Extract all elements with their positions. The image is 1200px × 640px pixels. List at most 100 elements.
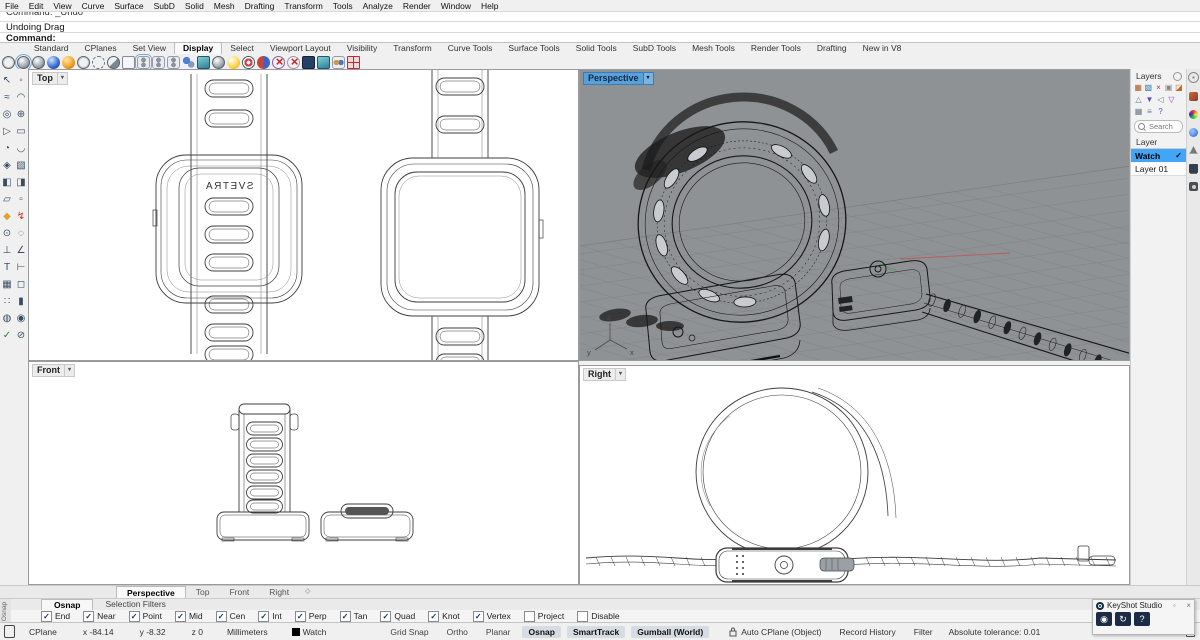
units-menu[interactable]: Millimeters bbox=[227, 627, 268, 637]
linked-views-icon[interactable] bbox=[332, 55, 345, 69]
point-tool-icon[interactable]: ◦ bbox=[14, 73, 28, 90]
toolbar-tab-standard[interactable]: Standard bbox=[26, 43, 77, 54]
shell-tool-icon[interactable]: ◍ bbox=[0, 311, 14, 328]
box-tool-icon[interactable]: ◧ bbox=[0, 175, 14, 192]
menu-subd[interactable]: SubD bbox=[149, 1, 180, 11]
curve-blend-icon[interactable]: ◡ bbox=[14, 141, 28, 158]
osnap-checkbox-perp[interactable]: ✓ Perp bbox=[294, 610, 327, 622]
bell-icon[interactable] bbox=[1189, 146, 1198, 154]
pen-display-icon[interactable] bbox=[107, 55, 120, 69]
status-toggle-osnap[interactable]: Osnap bbox=[522, 625, 561, 638]
boolean-tool-icon[interactable]: ↯ bbox=[14, 209, 28, 226]
sun-study-icon[interactable] bbox=[227, 55, 240, 69]
viewport-tab-front[interactable]: Front bbox=[219, 586, 259, 598]
filter-icon[interactable]: ▽ bbox=[1167, 95, 1176, 105]
render-preview-icon[interactable] bbox=[182, 55, 195, 69]
colorwheel-icon[interactable] bbox=[1189, 110, 1198, 119]
camera-icon[interactable] bbox=[1189, 182, 1198, 191]
toolbar-tab-transform[interactable]: Transform bbox=[385, 43, 439, 54]
xray-display-icon[interactable] bbox=[92, 55, 105, 69]
keyshot-help-button[interactable]: ? bbox=[1134, 612, 1150, 626]
duplicate-layer-icon[interactable]: ▣ bbox=[1165, 83, 1173, 93]
toolbar-tab-surface-tools[interactable]: Surface Tools bbox=[500, 43, 567, 54]
target-sphere-icon[interactable] bbox=[242, 55, 255, 69]
delete-layer-icon[interactable]: × bbox=[1154, 83, 1162, 93]
menu-transform[interactable]: Transform bbox=[279, 1, 327, 11]
menu-solid[interactable]: Solid bbox=[180, 1, 209, 11]
grid-view-icon[interactable]: ▦ bbox=[1134, 107, 1143, 117]
display-mode-cube-icon[interactable] bbox=[197, 55, 210, 69]
menu-curve[interactable]: Curve bbox=[77, 1, 110, 11]
circle-tool-icon[interactable]: ◎ bbox=[0, 107, 14, 124]
raytraced-display-icon[interactable] bbox=[62, 55, 75, 69]
osnap-checkbox-point[interactable]: ✓ Point bbox=[128, 610, 162, 622]
shade-objects-icon[interactable] bbox=[135, 53, 152, 71]
plane-tool-icon[interactable]: ▱ bbox=[0, 192, 14, 209]
gear-icon[interactable] bbox=[1173, 71, 1182, 81]
ellipse-tool-icon[interactable]: ⊕ bbox=[14, 107, 28, 124]
toolbar-tab-display[interactable]: Display bbox=[174, 42, 223, 54]
gray-sphere-icon[interactable] bbox=[212, 55, 225, 69]
toolbar-tab-drafting[interactable]: Drafting bbox=[809, 43, 855, 54]
menu-surface[interactable]: Surface bbox=[109, 1, 148, 11]
ghosted-display-icon[interactable] bbox=[32, 55, 45, 69]
list-view-icon[interactable]: ≡ bbox=[1145, 107, 1154, 117]
trim-tool-icon[interactable]: ⊥ bbox=[0, 243, 14, 260]
menu-drafting[interactable]: Drafting bbox=[240, 1, 280, 11]
viewport-front-label[interactable]: Front ▾ bbox=[32, 364, 75, 377]
cplane-menu[interactable]: CPlane bbox=[29, 627, 57, 637]
layers-search-box[interactable] bbox=[1134, 120, 1185, 133]
lock-icon[interactable] bbox=[729, 627, 737, 637]
move-down-icon[interactable]: ▼ bbox=[1145, 95, 1154, 105]
rendered-display-icon[interactable] bbox=[47, 55, 60, 69]
osnap-checkbox-cen[interactable]: ✓ Cen bbox=[215, 610, 245, 622]
surface-tool-icon[interactable]: ◈ bbox=[0, 158, 14, 175]
layer-row-watch[interactable]: Watch ✓ bbox=[1131, 149, 1186, 162]
monitor-icon[interactable] bbox=[4, 625, 15, 638]
layer-row-layer-01[interactable]: Layer 01 bbox=[1131, 162, 1186, 175]
array-tool-icon[interactable]: ▦ bbox=[0, 277, 14, 294]
viewport-tab-top[interactable]: Top bbox=[186, 586, 220, 598]
viewport-right[interactable]: Right ▾ bbox=[579, 365, 1130, 585]
toolbar-tab-cplanes[interactable]: CPlanes bbox=[77, 43, 125, 54]
tab-selection-filters[interactable]: Selection Filters bbox=[93, 599, 177, 610]
osnap-checkbox-knot[interactable]: ✓ Knot bbox=[428, 610, 460, 622]
group-tool-icon[interactable]: ◻ bbox=[14, 277, 28, 294]
viewport-right-title[interactable]: Right bbox=[583, 368, 616, 381]
status-toggle-gumball-world-[interactable]: Gumball (World) bbox=[631, 625, 710, 638]
status-toggle-ortho[interactable]: Ortho bbox=[441, 626, 474, 638]
arctic-display-icon[interactable] bbox=[122, 55, 135, 69]
viewport-perspective-title[interactable]: Perspective bbox=[583, 72, 644, 85]
viewport-top-title[interactable]: Top bbox=[32, 72, 58, 85]
collapse-icon[interactable]: ◁ bbox=[1156, 95, 1165, 105]
osnap-checkbox-vertex[interactable]: ✓ Vertex bbox=[472, 610, 511, 622]
check-tool-icon[interactable]: ✓ bbox=[0, 328, 14, 345]
patch-tool-icon[interactable]: ▧ bbox=[14, 158, 28, 175]
toolbar-tab-render-tools[interactable]: Render Tools bbox=[743, 43, 809, 54]
viewport-front[interactable]: Front ▾ bbox=[28, 361, 579, 585]
status-toggle-smarttrack[interactable]: SmartTrack bbox=[566, 625, 626, 638]
points-grid-icon[interactable]: ∷ bbox=[0, 294, 14, 311]
torus-tool-icon[interactable]: ◌ bbox=[14, 226, 28, 243]
chevron-down-icon[interactable]: ▾ bbox=[65, 364, 75, 377]
gear-icon[interactable] bbox=[1188, 72, 1199, 83]
viewport-right-label[interactable]: Right ▾ bbox=[583, 368, 626, 381]
chevron-down-icon[interactable]: ▾ bbox=[616, 368, 626, 381]
osnap-checkbox-near[interactable]: ✓ Near bbox=[83, 610, 116, 622]
toolbar-tab-mesh-tools[interactable]: Mesh Tools bbox=[684, 43, 743, 54]
toolbar-tab-new-in-v8[interactable]: New in V8 bbox=[855, 43, 910, 54]
layers-icon[interactable] bbox=[1189, 92, 1198, 101]
osnap-checkbox-disable[interactable]: Disable bbox=[577, 610, 620, 622]
polygon-tool-icon[interactable]: ▷ bbox=[0, 124, 14, 141]
new-viewport-icon[interactable]: ◇ bbox=[299, 586, 316, 598]
new-sublayer-icon[interactable]: ▧ bbox=[1144, 83, 1153, 93]
toolbar-tab-visibility[interactable]: Visibility bbox=[339, 43, 386, 54]
select-tool-icon[interactable]: ↖ bbox=[0, 73, 14, 90]
layer-tools-icon[interactable]: ◪ bbox=[1175, 83, 1183, 93]
wireframe-display-icon[interactable] bbox=[2, 55, 15, 69]
menu-file[interactable]: File bbox=[0, 1, 24, 11]
curve-tool-icon[interactable]: ≈ bbox=[0, 90, 14, 107]
toolbar-tab-set-view[interactable]: Set View bbox=[125, 43, 174, 54]
osnap-checkbox-end[interactable]: ✓ End bbox=[41, 610, 70, 622]
search-input[interactable] bbox=[1147, 121, 1185, 132]
